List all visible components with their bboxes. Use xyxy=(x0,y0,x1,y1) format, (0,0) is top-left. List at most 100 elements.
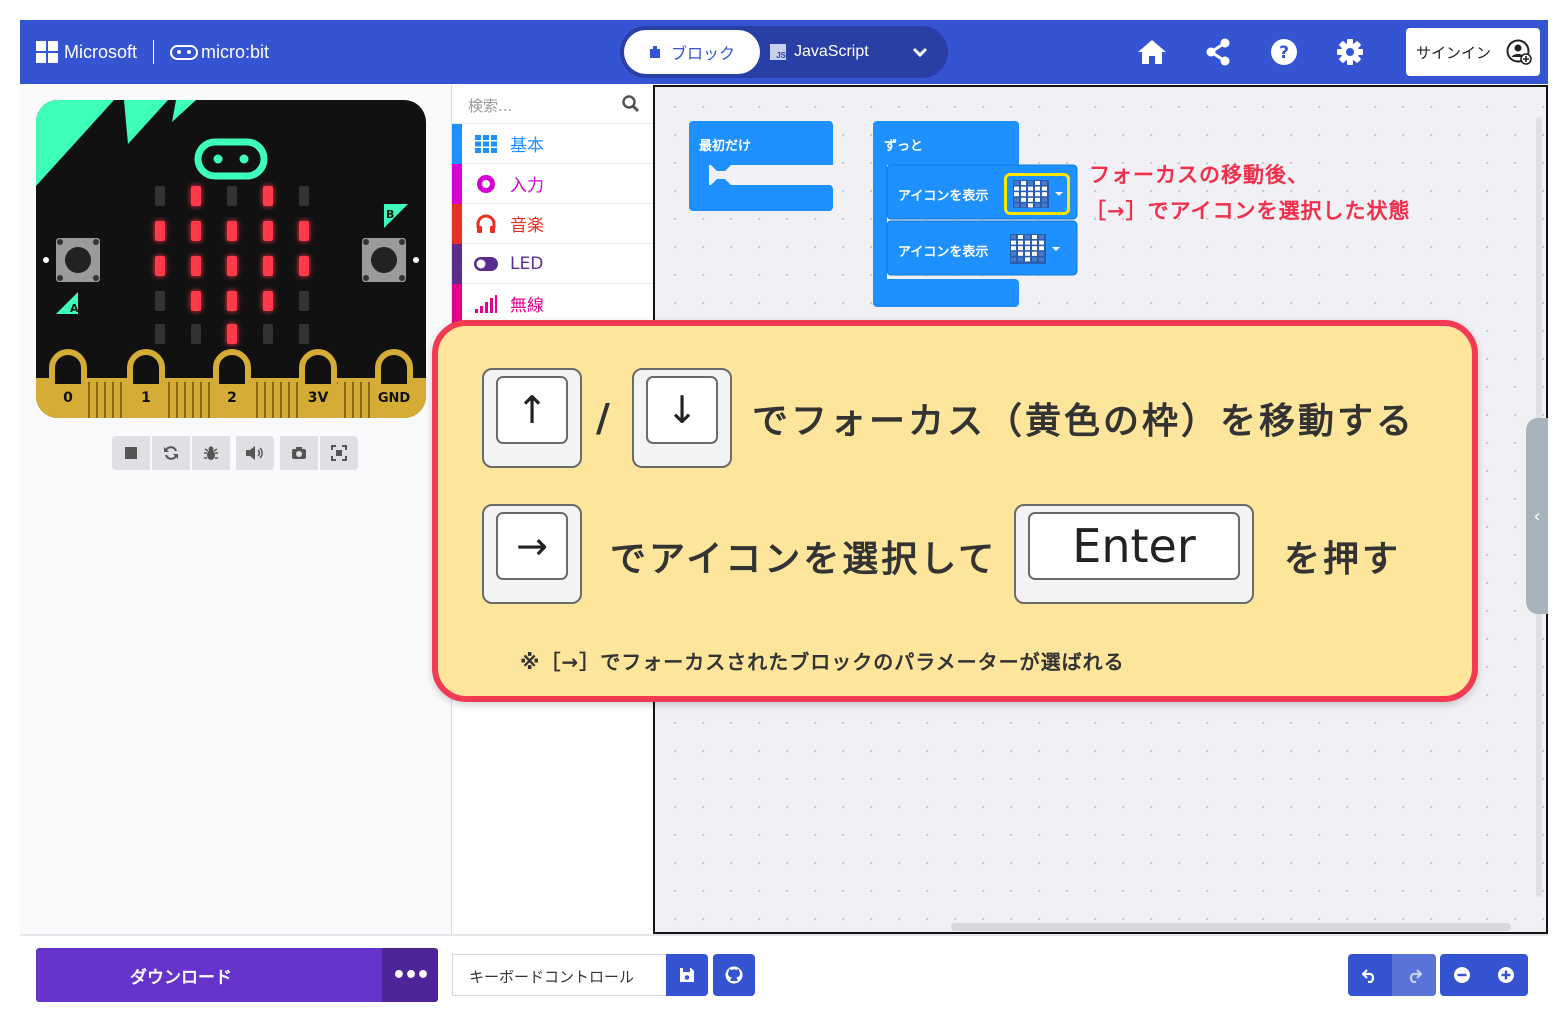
category-led[interactable]: LED xyxy=(452,244,654,284)
share-icon[interactable] xyxy=(1202,36,1234,68)
slash-separator: / xyxy=(596,396,613,440)
mini-led xyxy=(1025,251,1030,256)
brand-microbit: micro:bit xyxy=(201,41,270,62)
github-icon[interactable] xyxy=(713,954,755,996)
home-icon[interactable] xyxy=(1136,36,1168,68)
connector-tooth xyxy=(192,382,194,418)
mini-led xyxy=(1039,240,1044,245)
category-input[interactable]: 入力 xyxy=(452,164,654,204)
mini-led xyxy=(1035,192,1040,197)
help-icon[interactable]: ? xyxy=(1268,36,1300,68)
connector-tooth xyxy=(120,382,122,418)
top-bar: Microsoft micro:bit ブロック JS JavaScript ? xyxy=(20,20,1548,84)
project-name-input[interactable]: キーボードコントロール xyxy=(452,954,666,996)
microbit-simulator[interactable]: A B 0 1 2 3V GND xyxy=(36,100,426,418)
screenshot-icon[interactable] xyxy=(280,436,318,470)
mini-led xyxy=(1035,197,1040,202)
instruction-line-2b: を押す xyxy=(1284,539,1402,580)
category-radio[interactable]: 無線 xyxy=(452,284,654,324)
mini-led xyxy=(1018,246,1023,251)
mini-led xyxy=(1028,192,1033,197)
sound-icon[interactable] xyxy=(236,436,274,470)
show-icon-label-1: アイコンを表示 xyxy=(898,189,989,204)
category-color-bar xyxy=(452,244,462,284)
toggle-icon xyxy=(474,254,498,274)
chevron-left-icon[interactable]: ‹ xyxy=(1526,418,1548,614)
led-off xyxy=(299,324,309,344)
svg-text:?: ? xyxy=(1279,43,1289,63)
connector-tooth xyxy=(104,382,106,418)
js-badge-icon: JS xyxy=(770,44,786,60)
led-on xyxy=(191,221,201,241)
heart-icon xyxy=(1013,180,1063,208)
instruction-line-2a: でアイコンを選択して xyxy=(610,539,998,580)
led-on xyxy=(155,256,165,276)
led-on xyxy=(263,291,273,311)
connector-tooth xyxy=(280,382,282,418)
javascript-mode-button[interactable]: JS JavaScript xyxy=(770,30,898,74)
up-arrow-key: ↑ xyxy=(482,368,582,468)
sign-in-button[interactable]: サインイン xyxy=(1406,28,1540,76)
button-a-label: A xyxy=(70,302,79,315)
more-options-button[interactable]: ••• xyxy=(382,948,438,1002)
connector-tooth xyxy=(256,382,258,418)
mini-led xyxy=(1032,257,1037,262)
connector-tooth xyxy=(176,382,178,418)
mini-led xyxy=(1021,192,1026,197)
category-label: 音楽 xyxy=(510,216,544,236)
redo-icon[interactable] xyxy=(1392,954,1436,996)
category-basic[interactable]: 基本 xyxy=(452,124,654,164)
mini-led xyxy=(1018,240,1023,245)
brand[interactable]: Microsoft micro:bit xyxy=(36,40,269,64)
led-on xyxy=(263,221,273,241)
chevron-down-icon[interactable] xyxy=(910,42,930,62)
icon-picker-focused[interactable] xyxy=(1004,173,1070,215)
annotation-line-1: フォーカスの移動後、 xyxy=(1089,163,1309,187)
enter-key-label: Enter xyxy=(1028,512,1240,580)
zoom-out-icon[interactable] xyxy=(1440,954,1484,996)
mini-led xyxy=(1018,251,1023,256)
mini-led xyxy=(1021,197,1026,202)
mini-led xyxy=(1039,235,1044,239)
mini-led xyxy=(1014,181,1019,185)
mini-led xyxy=(1028,186,1033,191)
category-music[interactable]: 音楽 xyxy=(452,204,654,244)
mini-led xyxy=(1011,246,1016,251)
icon-picker[interactable] xyxy=(1007,232,1067,268)
stop-icon[interactable] xyxy=(112,436,150,470)
restart-icon[interactable] xyxy=(152,436,190,470)
mini-led xyxy=(1014,197,1019,202)
save-icon[interactable] xyxy=(666,954,708,996)
connector-tooth xyxy=(272,382,274,418)
mini-led xyxy=(1011,235,1016,239)
fullscreen-icon[interactable] xyxy=(320,436,358,470)
led-off xyxy=(299,291,309,311)
toolbox-search[interactable]: 検索... xyxy=(452,84,654,124)
mini-led xyxy=(1042,192,1047,197)
led-off xyxy=(263,324,273,344)
mini-led xyxy=(1028,197,1033,202)
forever-label: ずっと xyxy=(884,139,924,154)
settings-icon[interactable] xyxy=(1334,36,1366,68)
search-input[interactable]: 検索... xyxy=(468,95,512,116)
debug-icon[interactable] xyxy=(192,436,230,470)
heart-icon xyxy=(1010,234,1060,264)
mini-led xyxy=(1042,186,1047,191)
blocks-mode-button[interactable]: ブロック xyxy=(624,30,760,74)
headphones-icon xyxy=(474,214,498,234)
category-label: LED xyxy=(510,253,544,274)
led-on xyxy=(227,324,237,344)
mini-led xyxy=(1032,240,1037,245)
workspace-scrollbar-horizontal[interactable] xyxy=(951,923,1511,931)
download-button[interactable]: ダウンロード xyxy=(36,948,382,1002)
led-off xyxy=(191,324,201,344)
mini-led xyxy=(1035,186,1040,191)
mini-led xyxy=(1042,181,1047,185)
led-on xyxy=(155,221,165,241)
undo-icon[interactable] xyxy=(1348,954,1392,996)
user-add-icon xyxy=(1506,39,1532,65)
signal-bars-icon xyxy=(474,294,498,314)
right-arrow-key: → xyxy=(482,504,582,604)
connector-tooth xyxy=(352,382,354,418)
zoom-in-icon[interactable] xyxy=(1484,954,1528,996)
